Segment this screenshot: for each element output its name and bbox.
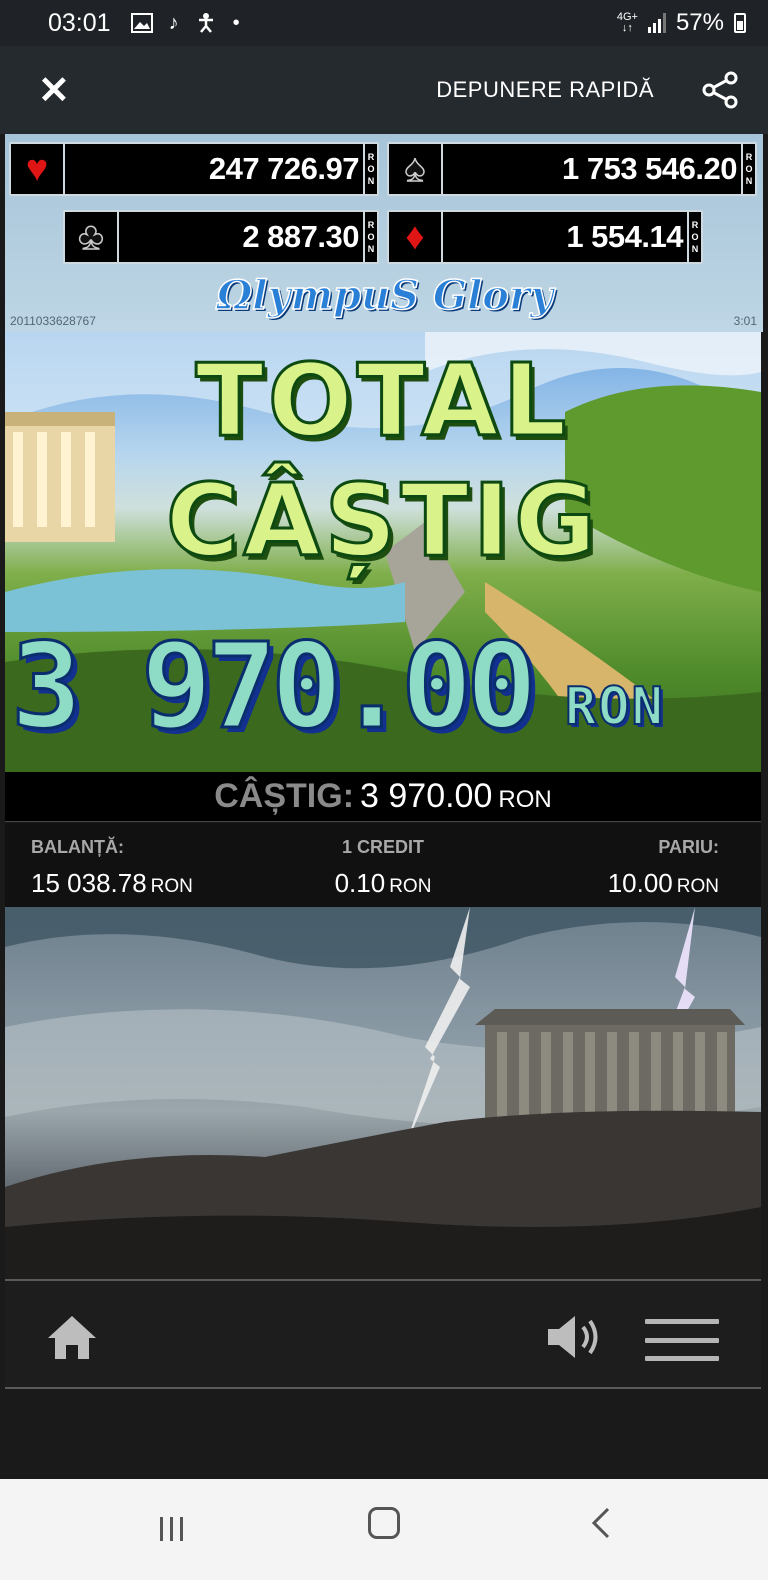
jackpot-currency: RON bbox=[363, 144, 377, 194]
session-time: 3:01 bbox=[733, 314, 757, 328]
jackpot-spades-value: 1 753 546.20 bbox=[561, 151, 738, 186]
battery-icon bbox=[734, 13, 746, 33]
quick-deposit-button[interactable]: DEPUNERE RAPIDĂ bbox=[436, 77, 654, 103]
jackpot-currency: RON bbox=[741, 144, 755, 194]
home-icon[interactable] bbox=[45, 1313, 99, 1361]
session-id: 2011033628767 bbox=[10, 314, 96, 328]
bet-block[interactable]: PARIU: 10.00 RON bbox=[608, 837, 719, 899]
win-value: 3 970.00 bbox=[360, 777, 493, 815]
jackpot-currency: RON bbox=[687, 212, 701, 262]
signal-icon bbox=[647, 13, 666, 33]
status-time: 03:01 bbox=[48, 8, 111, 37]
storm-background bbox=[5, 907, 761, 1279]
jackpot-hearts-value: 247 726.97 bbox=[208, 151, 360, 186]
image-icon bbox=[130, 13, 153, 33]
battery-percent: 57% bbox=[675, 9, 724, 36]
win-amount: 3 970.00 bbox=[9, 616, 538, 757]
home-button-icon[interactable] bbox=[368, 1507, 400, 1539]
speaker-icon[interactable] bbox=[545, 1313, 603, 1361]
total-text: TOTAL bbox=[194, 341, 571, 461]
jackpot-panel: ♥ 247 726.97 RON ♠ 1 753 546.20 RON ♣ 2 … bbox=[5, 134, 763, 332]
recent-apps-icon[interactable] bbox=[156, 1509, 186, 1549]
jackpot-diamonds-value: 1 554.14 bbox=[566, 219, 683, 254]
network-indicator: 4G+ ↓↑ bbox=[616, 11, 638, 34]
music-note-icon: ♪ bbox=[168, 11, 179, 34]
balance-value: 15 038.78 RON bbox=[31, 868, 193, 898]
empty-area bbox=[5, 1389, 761, 1479]
info-bar: BALANȚĂ: 15 038.78 RON 1 CREDIT 0.10 RON P… bbox=[5, 823, 761, 907]
bet-value: 10.00 RON bbox=[607, 868, 719, 898]
castig-text: CÂȘTIG bbox=[164, 461, 601, 581]
win-currency: RON bbox=[498, 785, 552, 813]
accessibility-icon bbox=[198, 13, 213, 33]
credit-block: 1 CREDIT 0.10 RON bbox=[323, 837, 443, 899]
control-bar bbox=[5, 1279, 761, 1389]
status-right: 4G+ ↓↑ 57% bbox=[617, 9, 746, 37]
balance-block: BALANȚĂ: 15 038.78 RON bbox=[31, 837, 193, 899]
system-nav-bar bbox=[0, 1479, 768, 1580]
club-icon: ♣ bbox=[65, 212, 119, 262]
jackpot-diamonds: ♦ 1 554.14 RON bbox=[387, 210, 703, 264]
dot-icon: • bbox=[232, 11, 240, 34]
back-icon[interactable] bbox=[588, 1503, 612, 1543]
win-label: CÂȘTIG: bbox=[214, 777, 355, 815]
diamond-icon: ♦ bbox=[389, 212, 443, 262]
jackpot-hearts: ♥ 247 726.97 RON bbox=[9, 142, 379, 196]
parthenon-storm-image bbox=[5, 907, 761, 1279]
share-icon[interactable] bbox=[700, 70, 740, 110]
game-logo: ΩlympuS Glory bbox=[216, 271, 554, 320]
status-bar: 03:01 ♪ • 4G+ ↓↑ 57% bbox=[0, 0, 768, 46]
jackpot-clubs: ♣ 2 887.30 RON bbox=[63, 210, 379, 264]
menu-icon[interactable] bbox=[645, 1319, 719, 1361]
spade-icon: ♠ bbox=[389, 144, 443, 194]
credit-label: 1 CREDIT bbox=[341, 837, 424, 857]
win-line: CÂȘTIG: 3 970.00 RON bbox=[5, 772, 761, 822]
jackpot-spades: ♠ 1 753 546.20 RON bbox=[387, 142, 757, 196]
app-header: ✕ DEPUNERE RAPIDĂ bbox=[0, 46, 768, 134]
win-banner: TOTAL CÂȘTIG 3 970.00 RON bbox=[5, 332, 761, 772]
bet-label: PARIU: bbox=[658, 837, 719, 857]
credit-value: 0.10 RON bbox=[334, 868, 432, 898]
heart-icon: ♥ bbox=[11, 144, 65, 194]
balance-label: BALANȚĂ: bbox=[31, 837, 124, 857]
close-icon[interactable]: ✕ bbox=[38, 68, 70, 113]
status-left-icons: ♪ • bbox=[130, 11, 240, 35]
jackpot-currency: RON bbox=[363, 212, 377, 262]
win-amount-currency: RON bbox=[564, 676, 665, 738]
jackpot-clubs-value: 2 887.30 bbox=[242, 219, 359, 254]
